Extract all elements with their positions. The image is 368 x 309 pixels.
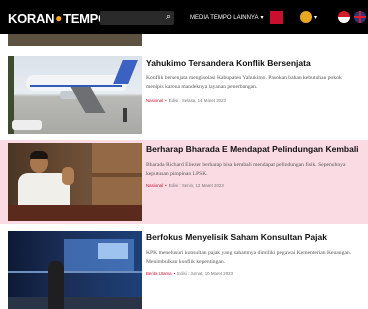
article-category[interactable]: Berita Utama — [146, 271, 172, 276]
article-summary: Konflik bersenjata mengisolasi Kabupaten… — [146, 75, 342, 90]
article-item-1[interactable]: Yahukimo Tersandera Konflik Bersenjata K… — [0, 52, 368, 136]
media-tempo-lainnya-label: MEDIA TEMPO LAINNYA — [190, 15, 259, 21]
article-edition-date: Edisi : Selasa, 14 Maret 2023 — [168, 98, 226, 103]
article-title[interactable]: Berharap Bharada E Mendapat Pelindungan … — [146, 144, 359, 154]
article-thumbnail-man-praying[interactable] — [8, 143, 142, 221]
article-thumbnail-airport[interactable] — [8, 56, 142, 134]
article-thumbnail-stock-exchange[interactable] — [8, 231, 142, 309]
logo-dot: ● — [55, 11, 63, 25]
top-navigation-bar: KORAN ● TEMPO ⌕ MEDIA TEMPO LAINNYA ▾ ▾ — [0, 0, 368, 34]
meta-separator: • — [173, 271, 176, 276]
coin-icon[interactable] — [300, 11, 312, 23]
logo-text-koran: KORAN — [8, 10, 55, 26]
article-title[interactable]: Berfokus Menyelisik Saham Konsultan Paja… — [146, 232, 327, 242]
media-tempo-lainnya-menu[interactable]: MEDIA TEMPO LAINNYA ▾ — [190, 14, 263, 21]
search-input[interactable] — [104, 12, 162, 26]
article-meta: Nasional • Edisi : Selasa, 14 Maret 2023 — [146, 98, 226, 103]
search-icon[interactable]: ⌕ — [166, 12, 171, 22]
meta-separator: • — [165, 98, 167, 103]
article-title[interactable]: Yahukimo Tersandera Konflik Bersenjata — [146, 58, 311, 68]
article-edition-date: Edisi : Jumat, 10 Maret 2023 — [177, 271, 234, 276]
search-box[interactable]: ⌕ — [100, 11, 174, 26]
red-square-icon[interactable] — [270, 11, 283, 24]
meta-separator: • — [165, 183, 167, 188]
article-edition-date: Edisi : Senin, 13 Maret 2023 — [168, 183, 224, 188]
chevron-down-icon: ▾ — [260, 15, 264, 21]
coin-chevron-down-icon[interactable]: ▾ — [314, 14, 317, 21]
article-meta: Berita Utama • Edisi : Jumat, 10 Maret 202… — [146, 271, 233, 276]
article-category[interactable]: Nasional — [146, 98, 163, 103]
article-summary: KPK menelusuri konsultan pajak yang saha… — [146, 250, 352, 265]
article-category[interactable]: Nasional — [146, 183, 163, 188]
article-item-2[interactable]: Berharap Bharada E Mendapat Pelindungan … — [0, 140, 368, 224]
uk-flag-icon[interactable] — [354, 11, 366, 23]
indonesia-flag-icon[interactable] — [338, 11, 350, 23]
article-meta: Nasional • Edisi : Senin, 13 Maret 2023 — [146, 183, 224, 188]
article-summary: Bharada Richard Eliezer berharap bisa ke… — [146, 162, 346, 177]
previous-article-thumbnail-edge — [8, 34, 142, 46]
article-item-3[interactable]: Berfokus Menyelisik Saham Konsultan Paja… — [0, 228, 368, 309]
site-logo[interactable]: KORAN ● TEMPO — [8, 9, 108, 27]
